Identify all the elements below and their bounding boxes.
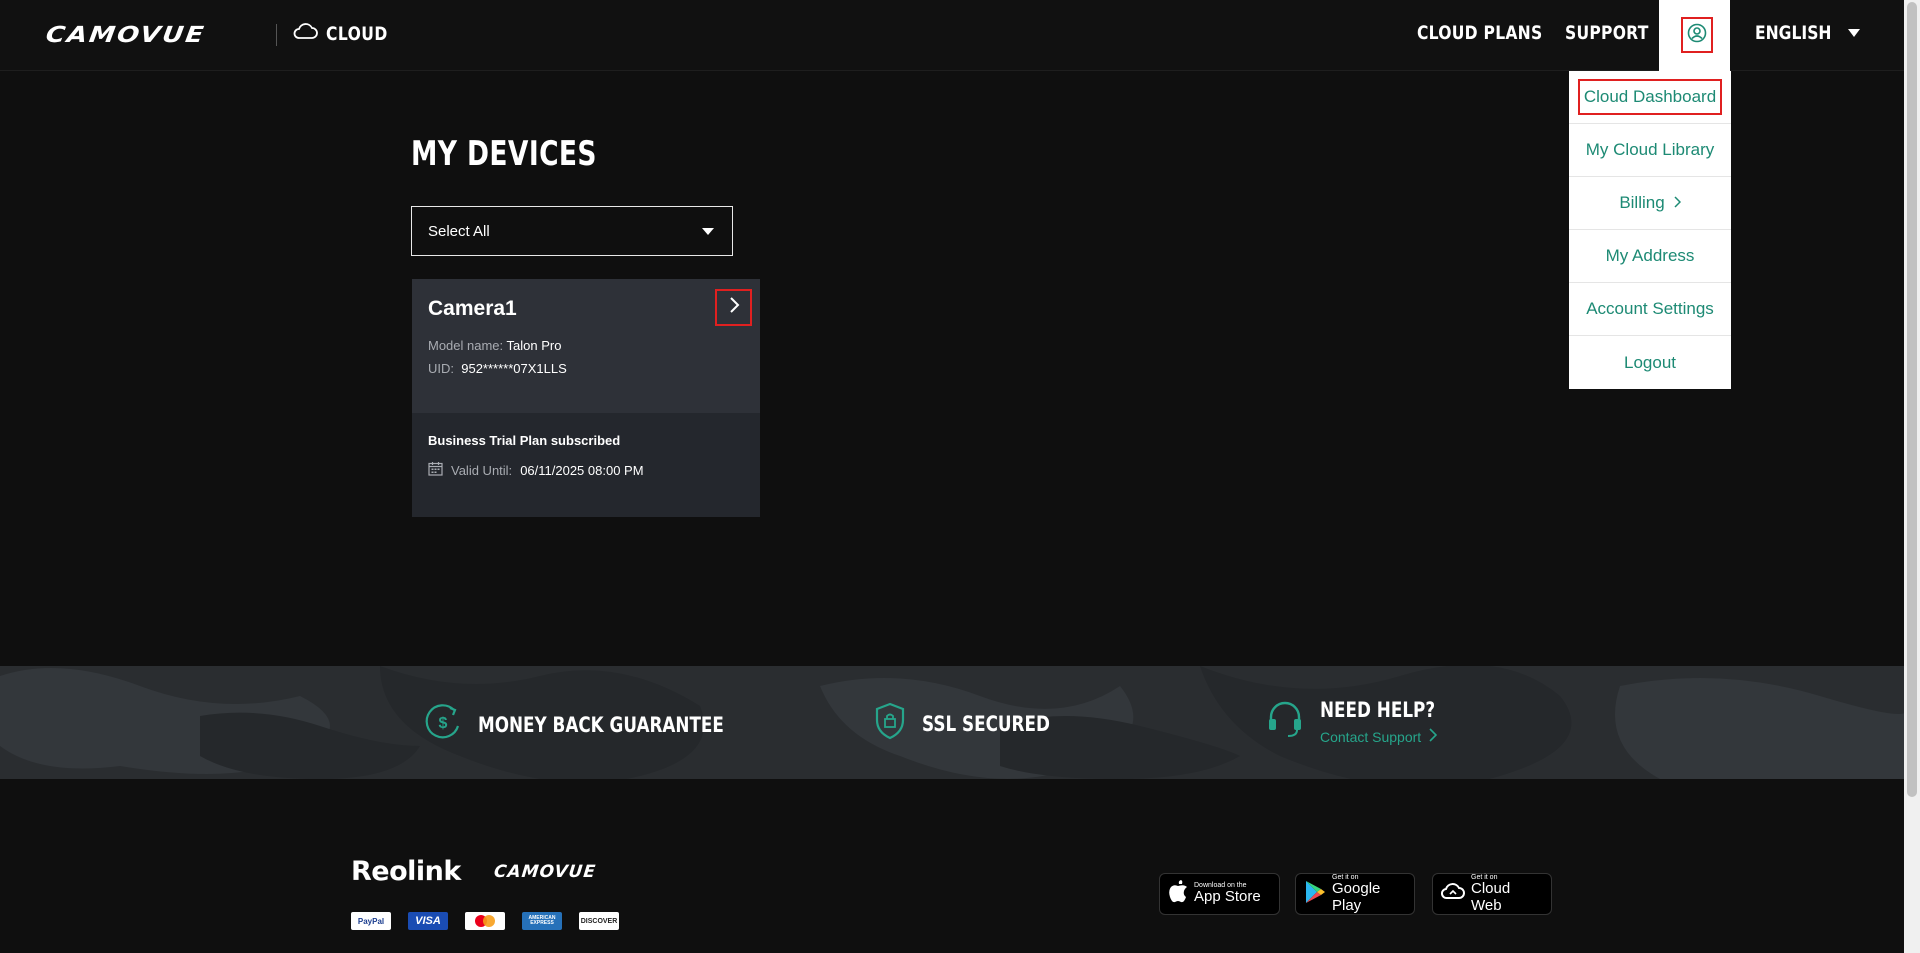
- feature-money-back: $ MONEY BACK GUARANTEE: [424, 702, 785, 747]
- mastercard-icon: [465, 912, 505, 930]
- contact-support-link[interactable]: Contact Support: [1320, 728, 1464, 745]
- cloud-icon: [292, 22, 318, 45]
- feature-ssl: SSL SECURED: [874, 702, 1082, 745]
- device-card[interactable]: Camera1 Model name: Talon Pro UID: 952**…: [412, 279, 760, 517]
- cloud-web-icon: [1440, 882, 1465, 907]
- device-detail-button[interactable]: [715, 289, 752, 326]
- money-back-label: MONEY BACK GUARANTEE: [478, 712, 724, 737]
- menu-item-logout[interactable]: Logout: [1569, 336, 1731, 389]
- calendar-icon: [428, 461, 443, 479]
- cloud-label: CLOUD: [326, 22, 388, 45]
- device-name: Camera1: [428, 297, 517, 320]
- caret-down-icon: [1848, 29, 1861, 37]
- money-back-icon: $: [424, 702, 462, 747]
- menu-item-my-address[interactable]: My Address: [1569, 230, 1731, 283]
- app-store-button[interactable]: Download on the App Store: [1159, 873, 1280, 915]
- user-icon: [1687, 23, 1707, 48]
- logo-divider: [276, 24, 277, 46]
- menu-item-billing[interactable]: Billing: [1569, 177, 1731, 230]
- device-uid: UID: 952******07X1LLS: [428, 361, 567, 376]
- nav-cloud-plans[interactable]: CLOUD PLANS: [1417, 22, 1542, 44]
- chevron-right-icon: [1429, 728, 1438, 745]
- shield-lock-icon: [874, 702, 906, 745]
- cloud-web-button[interactable]: Get it on Cloud Web: [1432, 873, 1552, 915]
- nav-support[interactable]: SUPPORT: [1565, 22, 1649, 44]
- account-dropdown: Cloud Dashboard My Cloud Library Billing…: [1569, 71, 1731, 389]
- chevron-right-icon: [1673, 193, 1681, 213]
- camovue-footer-logo[interactable]: CAMOVUE: [493, 862, 597, 882]
- camovue-logo[interactable]: CAMOVUE: [44, 22, 207, 48]
- dropdown-arrow-icon: [702, 228, 714, 235]
- language-label: ENGLISH: [1755, 22, 1832, 44]
- google-play-icon: [1304, 880, 1326, 909]
- device-filter-value: Select All: [428, 222, 490, 240]
- language-selector[interactable]: ENGLISH: [1755, 22, 1861, 44]
- account-button[interactable]: [1681, 17, 1713, 53]
- feature-help: NEED HELP? Contact Support: [1266, 698, 1464, 745]
- menu-item-my-cloud-library[interactable]: My Cloud Library: [1569, 124, 1731, 177]
- paypal-icon: PayPal: [351, 912, 391, 930]
- help-title: NEED HELP?: [1320, 698, 1436, 722]
- reolink-logo[interactable]: Reolink: [351, 856, 461, 887]
- plan-status: Business Trial Plan subscribed: [428, 433, 621, 448]
- amex-icon: AMERICAN EXPRESS: [522, 912, 562, 930]
- top-navbar: CAMOVUE CLOUD CLOUD PLANS SUPPORT: [0, 0, 1904, 71]
- page-title: MY DEVICES: [411, 134, 597, 174]
- headset-icon: [1266, 699, 1304, 744]
- plan-valid-until: Valid Until: 06/11/2025 08:00 PM: [428, 461, 644, 479]
- visa-icon: VISA: [408, 912, 448, 930]
- cloud-brand[interactable]: CLOUD: [292, 22, 401, 45]
- device-model: Model name: Talon Pro: [428, 338, 562, 353]
- device-filter-select[interactable]: Select All: [411, 206, 733, 256]
- menu-item-account-settings[interactable]: Account Settings: [1569, 283, 1731, 336]
- google-play-button[interactable]: Get it on Google Play: [1295, 873, 1415, 915]
- chevron-right-icon: [728, 296, 740, 319]
- svg-text:$: $: [439, 715, 448, 732]
- scrollbar-thumb[interactable]: [1907, 2, 1917, 797]
- apple-icon: [1168, 879, 1188, 909]
- discover-icon: DISCOVER: [579, 912, 619, 930]
- ssl-label: SSL SECURED: [922, 711, 1050, 736]
- menu-item-cloud-dashboard[interactable]: Cloud Dashboard: [1569, 71, 1731, 124]
- features-band: $ MONEY BACK GUARANTEE SSL SECURED NEED …: [0, 666, 1904, 779]
